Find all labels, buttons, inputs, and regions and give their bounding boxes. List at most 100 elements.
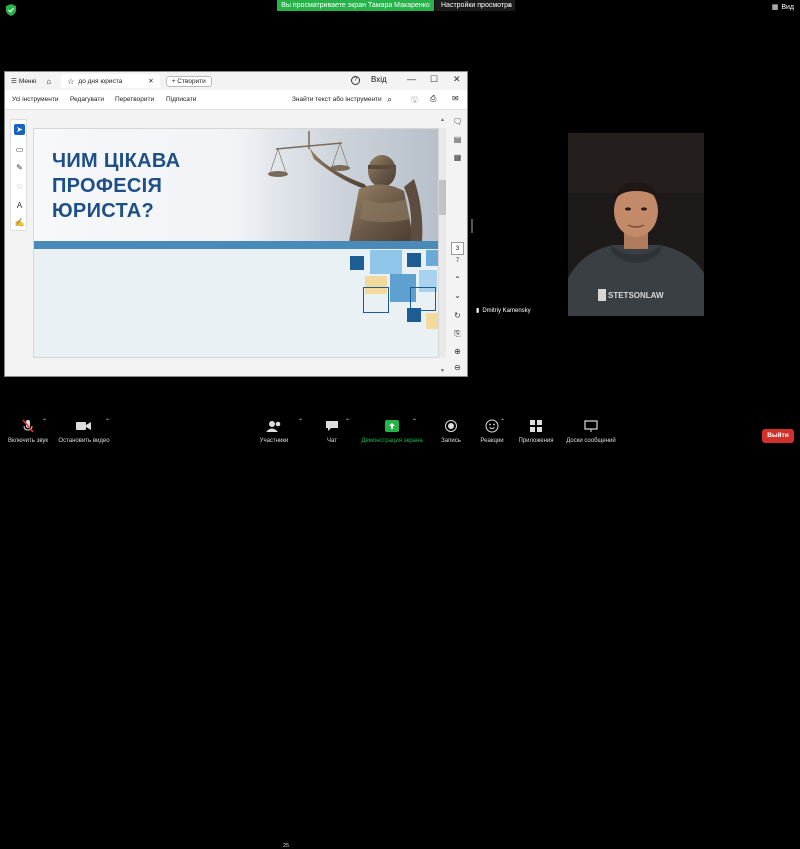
maximize-icon[interactable]: ☐	[430, 74, 438, 85]
chevron-down-icon: ⌄	[506, 2, 512, 8]
search-icon[interactable]: ⌕	[387, 94, 392, 105]
meeting-toolbar: Включить звук ⌃ Остановить видео ⌃ Участ…	[0, 418, 800, 849]
login-button[interactable]: Вхід	[371, 75, 387, 84]
apps-label: Приложения	[518, 438, 554, 444]
scroll-up-icon[interactable]: ▲	[440, 117, 445, 123]
menu-button[interactable]: ☰ Меню	[11, 77, 37, 86]
participant-name-tag: ▮ Dmitriy Kamensky	[476, 307, 531, 315]
chat-caret-icon[interactable]: ⌃	[345, 418, 350, 425]
shared-screen: ☰ Меню ⌂ ☆ до дня юриста ✕ + Створити ? …	[4, 71, 468, 377]
decor-square	[426, 313, 438, 329]
apps-button[interactable]: Приложения	[514, 418, 558, 444]
participants-caret-icon[interactable]: ⌃	[298, 418, 303, 425]
reactions-icon	[485, 419, 499, 432]
share-caret-icon[interactable]: ⌃	[412, 418, 417, 425]
whiteboard-icon	[584, 419, 598, 432]
menu-label: Меню	[18, 77, 37, 85]
participants-label: Участники	[259, 438, 289, 444]
video-camera-icon	[76, 421, 91, 430]
print-icon[interactable]: ⎙	[430, 94, 436, 104]
view-settings-button[interactable]: Настройки просмотра ⌄	[435, 0, 515, 11]
menu-sign[interactable]: Підписати	[166, 96, 196, 103]
create-label: Створити	[177, 77, 206, 85]
mail-icon[interactable]: ✉	[452, 94, 459, 103]
chat-icon	[326, 420, 338, 431]
comment-panel-icon[interactable]: 🗨	[452, 116, 463, 127]
chat-label: Чат	[327, 438, 337, 444]
decor-square	[370, 250, 402, 274]
menu-convert[interactable]: Перетворити	[115, 96, 154, 103]
justice-statue-image	[264, 129, 438, 242]
decor-square	[426, 250, 438, 266]
mic-muted-icon	[22, 419, 34, 432]
share-screen-label: Демонстрация экрана	[361, 438, 423, 444]
zoom-in-icon[interactable]: ⊕	[452, 346, 463, 357]
chevron-up-icon[interactable]: ⌃	[452, 274, 463, 285]
tab-document[interactable]: ☆ до дня юриста ✕	[61, 74, 160, 88]
app-titlebar: ☰ Меню ⌂ ☆ до дня юриста ✕ + Створити ? …	[5, 72, 467, 90]
comment-tool-icon[interactable]: ▭	[14, 144, 25, 155]
record-button[interactable]: Запись	[436, 418, 466, 444]
accent-bar	[34, 241, 438, 249]
rotate-icon[interactable]: ↻	[452, 310, 463, 321]
whiteboards-label: Доски сообщений	[566, 438, 616, 444]
scroll-down-icon[interactable]: ▼	[440, 368, 445, 374]
star-icon: ☆	[67, 76, 75, 86]
plus-icon: +	[171, 77, 176, 85]
zoom-out-icon[interactable]: ⊖	[452, 362, 463, 373]
apps-icon	[530, 419, 542, 432]
window-close-icon[interactable]: ✕	[453, 74, 461, 85]
minimize-icon[interactable]: —	[407, 74, 416, 84]
bookmarks-icon[interactable]: ▤	[452, 134, 463, 145]
app-menubar: Усі інструменти Редагувати Перетворити П…	[5, 90, 467, 110]
tab-title: до дня юриста	[78, 77, 123, 85]
signal-bars-icon: ▮	[476, 308, 480, 314]
decor-square-outline	[363, 287, 389, 313]
decor-square	[350, 256, 364, 270]
chevron-down-icon[interactable]: ⌄	[452, 290, 463, 301]
audio-options-caret-icon[interactable]: ⌃	[42, 418, 47, 425]
text-tool-icon[interactable]: A	[14, 200, 25, 211]
find-tools-search[interactable]: Знайти текст або інструменти	[292, 96, 382, 103]
thumbnails-icon[interactable]: ▦	[452, 152, 463, 163]
video-options-caret-icon[interactable]: ⌃	[105, 418, 110, 425]
view-button[interactable]: ▦ Вид	[771, 3, 794, 12]
stop-video-button[interactable]: Остановить видео	[56, 418, 112, 444]
participants-button[interactable]: Участники	[256, 418, 292, 444]
reactions-caret-icon[interactable]: ⌃	[500, 418, 505, 425]
grid-icon: ▦	[771, 4, 779, 11]
vertical-scrollbar[interactable]	[439, 128, 446, 358]
title-line-1: ЧИМ ЦІКАВА	[52, 150, 181, 172]
menu-edit[interactable]: Редагувати	[70, 96, 104, 103]
whiteboards-button[interactable]: Доски сообщений	[562, 418, 620, 444]
view-button-label: Вид	[781, 3, 794, 11]
reactions-label: Реакции	[480, 438, 504, 444]
fit-page-icon[interactable]: ⎘	[452, 328, 463, 339]
share-screen-button[interactable]: Демонстрация экрана	[356, 418, 428, 444]
participant-video: STETSONLAW	[568, 133, 704, 316]
chat-button[interactable]: Чат	[320, 418, 344, 444]
home-icon[interactable]: ⌂	[46, 77, 51, 86]
stamp-tool-icon[interactable]: ✍	[14, 217, 25, 228]
lasso-tool-icon[interactable]: ◌	[14, 181, 25, 192]
menu-all-tools[interactable]: Усі інструменти	[12, 96, 58, 103]
title-line-3: ЮРИСТА?	[52, 200, 155, 222]
share-screen-icon	[385, 419, 399, 432]
record-label: Запись	[441, 438, 461, 444]
split-divider-handle[interactable]	[471, 219, 473, 233]
select-tool-icon[interactable]: ➤	[14, 124, 25, 135]
decor-square	[407, 308, 421, 322]
help-icon[interactable]: ?	[351, 76, 360, 85]
create-button[interactable]: + Створити	[165, 75, 212, 87]
stop-video-label: Остановить видео	[58, 438, 110, 444]
save-icon[interactable]: 🖫	[411, 94, 418, 108]
title-line-2: ПРОФЕСІЯ	[52, 175, 163, 197]
close-icon[interactable]: ✕	[148, 77, 153, 85]
participants-icon	[266, 420, 281, 432]
leave-meeting-button[interactable]: Выйти	[762, 429, 794, 443]
document-page: ЧИМ ЦІКАВА ПРОФЕСІЯ ЮРИСТА?	[33, 128, 439, 358]
page-number-input[interactable]: 3	[451, 242, 464, 255]
record-icon	[445, 419, 457, 432]
scrollbar-thumb[interactable]	[439, 180, 446, 215]
pen-tool-icon[interactable]: ✎	[14, 162, 25, 173]
